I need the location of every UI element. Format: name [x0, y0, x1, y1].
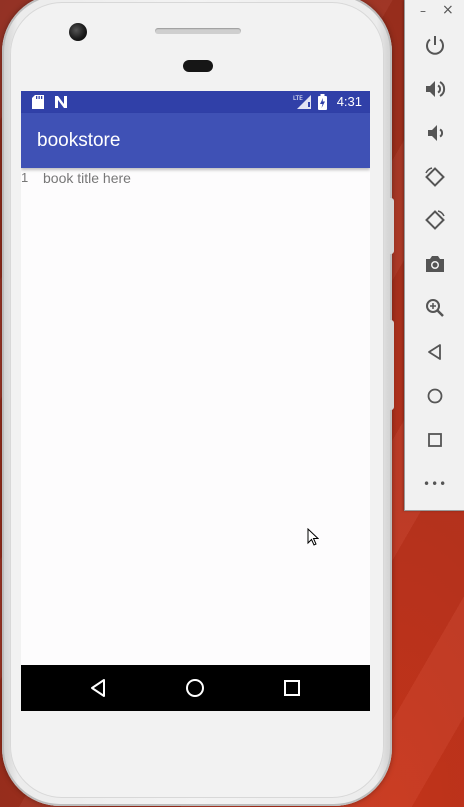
power-icon[interactable]	[423, 33, 447, 57]
sd-card-icon	[32, 95, 44, 113]
more-icon[interactable]: •••	[423, 472, 447, 496]
list-item[interactable]: 1 book title here	[21, 170, 370, 190]
rotate-right-icon[interactable]	[423, 208, 447, 232]
home-icon[interactable]	[423, 384, 447, 408]
lte-signal-icon: LTE	[293, 94, 313, 114]
rotate-left-icon[interactable]	[423, 165, 447, 189]
back-icon[interactable]	[423, 340, 447, 364]
volume-side-button[interactable]	[389, 320, 394, 410]
book-title: book title here	[43, 170, 131, 186]
device-screen: LTE 4:31 bookstore 1 book title here	[21, 91, 370, 711]
earpiece-speaker	[155, 28, 241, 34]
home-icon[interactable]	[183, 676, 207, 700]
status-bar: LTE 4:31	[21, 91, 370, 113]
status-time: 4:31	[336, 94, 362, 109]
emulator-toolbar: – × •••	[404, 0, 464, 511]
n-notification-icon	[54, 95, 68, 113]
volume-up-icon[interactable]	[423, 77, 447, 101]
camera-icon[interactable]	[423, 252, 447, 276]
svg-text:LTE: LTE	[293, 95, 303, 102]
app-toolbar: bookstore	[21, 113, 370, 168]
mouse-cursor-icon	[307, 527, 320, 546]
proximity-sensor	[183, 60, 213, 72]
minimize-button[interactable]: –	[420, 4, 426, 18]
book-number: 1	[21, 170, 29, 185]
recents-icon[interactable]	[280, 676, 304, 700]
back-icon[interactable]	[87, 676, 111, 700]
book-list: 1 book title here	[21, 170, 370, 190]
close-button[interactable]: ×	[442, 2, 454, 18]
zoom-icon[interactable]	[423, 296, 447, 320]
overview-icon[interactable]	[423, 428, 447, 452]
app-title: bookstore	[37, 130, 121, 151]
navigation-bar	[21, 665, 370, 711]
volume-down-icon[interactable]	[423, 121, 447, 145]
front-camera	[69, 23, 87, 41]
power-side-button[interactable]	[389, 198, 394, 254]
battery-charging-icon	[318, 94, 327, 114]
